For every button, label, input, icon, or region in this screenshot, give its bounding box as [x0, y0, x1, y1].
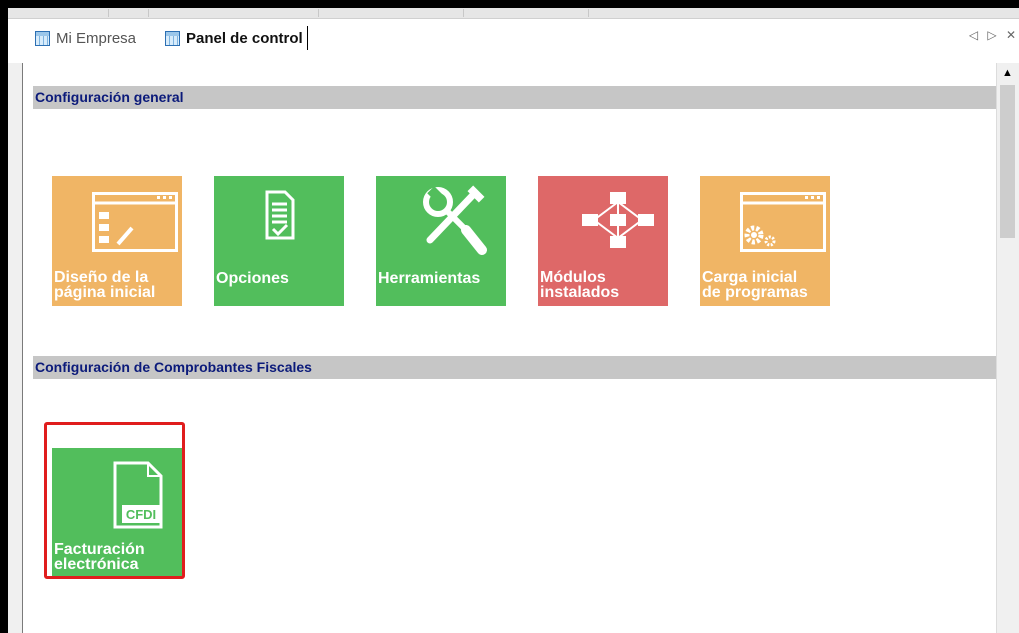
window-frame: Mi Empresa Panel de control ◁ ▷ ✕ Config…: [8, 8, 1019, 633]
tile-label: Opciones: [216, 270, 289, 287]
text-cursor: [306, 26, 308, 50]
tile-carga-inicial-programas[interactable]: Carga inicial de programas: [700, 176, 830, 306]
tools-icon: [423, 185, 487, 255]
grid-document-icon: [165, 30, 180, 46]
control-panel-content: Configuración general Diseño de la págin…: [22, 63, 997, 633]
window-edit-icon: [92, 192, 178, 252]
tile-diseno-pagina-inicial[interactable]: Diseño de la página inicial: [52, 176, 182, 306]
tile-label: Carga inicial de programas: [702, 269, 808, 301]
tab-nav-controls[interactable]: ◁ ▷ ✕: [969, 28, 1019, 42]
tab-label: Panel de control: [186, 29, 303, 47]
window-gears-icon: [740, 192, 826, 252]
tab-mi-empresa[interactable]: Mi Empresa: [35, 25, 136, 51]
tile-modulos-instalados[interactable]: Módulos instalados: [538, 176, 668, 306]
vertical-scrollbar[interactable]: ▲: [996, 63, 1019, 633]
scroll-up-arrow-icon[interactable]: ▲: [997, 63, 1018, 83]
tile-label: Diseño de la página inicial: [54, 269, 156, 301]
tab-bar: [8, 19, 1019, 63]
tile-label: Herramientas: [378, 270, 481, 287]
top-toolbar-strip: [8, 8, 1019, 19]
tab-label: Mi Empresa: [56, 29, 137, 47]
tile-herramientas[interactable]: Herramientas: [376, 176, 506, 306]
checklist-icon: [265, 190, 295, 240]
highlight-box: [44, 422, 185, 579]
scroll-thumb[interactable]: [1000, 85, 1015, 238]
tile-label: Módulos instalados: [540, 269, 620, 301]
grid-document-icon: [35, 30, 50, 46]
section-header-comprobantes-fiscales: Configuración de Comprobantes Fiscales: [33, 356, 997, 379]
tile-opciones[interactable]: Opciones: [214, 176, 344, 306]
section-header-configuracion-general: Configuración general: [33, 86, 997, 109]
tab-panel-de-control[interactable]: Panel de control: [165, 25, 308, 51]
modules-icon: [582, 192, 654, 248]
